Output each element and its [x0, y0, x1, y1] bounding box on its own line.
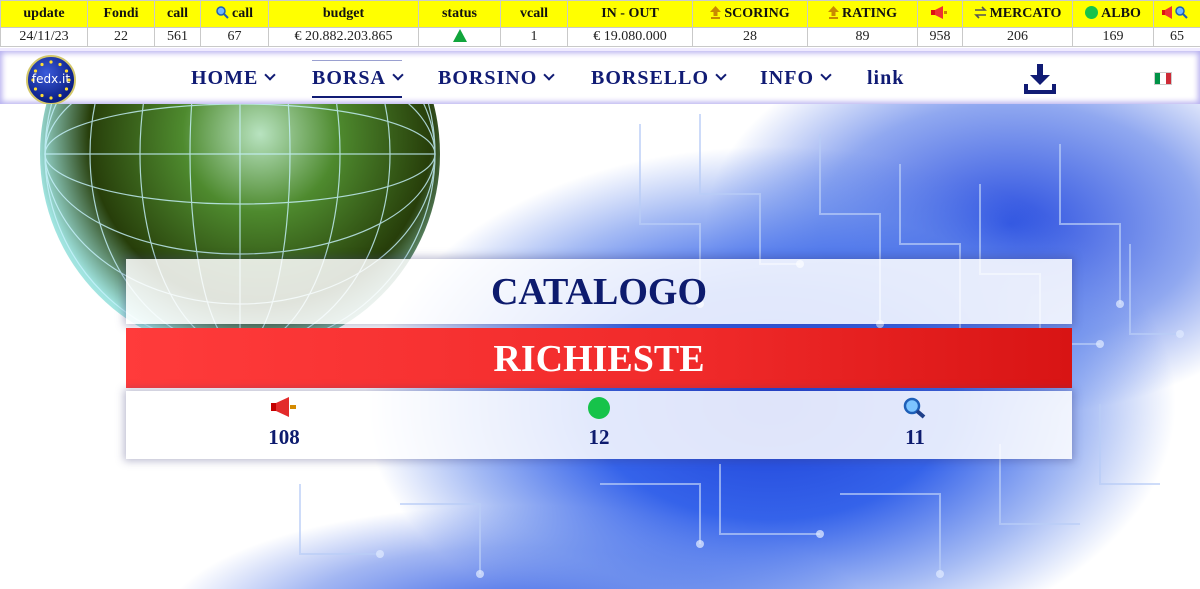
- download-icon[interactable]: [1024, 64, 1056, 94]
- header-megaphone-search: [1153, 0, 1200, 28]
- value-status: [418, 27, 501, 47]
- nav-borsa[interactable]: BORSA: [312, 60, 404, 98]
- header-search-call: call: [200, 0, 269, 28]
- value-call: 561: [154, 27, 201, 47]
- richieste-counters: 108 12 11: [126, 391, 1072, 459]
- nav-borsa-label: BORSA: [312, 67, 386, 89]
- upload-icon: [710, 6, 722, 19]
- nav-info[interactable]: INFO: [760, 67, 832, 90]
- counter-green-value: 12: [588, 425, 610, 449]
- value-update: 24/11/23: [0, 27, 88, 47]
- stats-value-row: 24/11/23 22 561 67 € 20.882.203.865 1 € …: [0, 27, 1200, 47]
- richieste-title: RICHIESTE: [493, 338, 705, 380]
- active-indicator-top: [312, 60, 402, 61]
- value-in-out: € 19.080.000: [567, 27, 693, 47]
- header-update: update: [0, 0, 88, 28]
- value-scoring: 28: [692, 27, 808, 47]
- main-navbar: fedx.it HOME BORSA BORSINO BORSELLO INFO…: [0, 48, 1200, 105]
- header-albo: ALBO: [1072, 0, 1154, 28]
- header-mercato: MERCATO: [962, 0, 1073, 28]
- value-fondi: 22: [87, 27, 155, 47]
- counter-green[interactable]: 12: [559, 397, 639, 450]
- nav-link-label: link: [867, 67, 905, 89]
- nav-borsino-label: BORSINO: [438, 67, 538, 89]
- stats-header-row: update Fondi call call budget status vca…: [0, 0, 1200, 28]
- header-megaphone: [917, 0, 963, 28]
- chevron-down-icon: [715, 69, 727, 81]
- counter-search[interactable]: 11: [875, 397, 955, 450]
- stats-table: update Fondi call call budget status vca…: [0, 0, 1200, 47]
- green-dot-icon: [588, 397, 610, 419]
- value-mercato: 206: [962, 27, 1073, 47]
- logo-text: fedx.it: [31, 72, 71, 86]
- chevron-down-icon: [820, 69, 832, 81]
- nav-borsello-label: BORSELLO: [591, 67, 710, 89]
- nav-home[interactable]: HOME: [191, 67, 277, 90]
- value-budget: € 20.882.203.865: [268, 27, 419, 47]
- fedx-logo[interactable]: fedx.it: [26, 55, 76, 105]
- nav-borsello[interactable]: BORSELLO: [591, 67, 727, 90]
- status-up-icon: [452, 28, 467, 42]
- value-megaphone-search: 65: [1153, 27, 1200, 47]
- nav-link[interactable]: link: [867, 67, 904, 90]
- magnifier-icon: [216, 6, 229, 19]
- nav-home-label: HOME: [191, 67, 259, 89]
- active-indicator: [312, 96, 402, 98]
- counter-megaphone-value: 108: [268, 425, 300, 449]
- value-megaphone: 958: [917, 27, 963, 47]
- nav-info-label: INFO: [760, 67, 814, 89]
- chevron-down-icon: [392, 69, 404, 81]
- header-scoring: SCORING: [692, 0, 808, 28]
- header-status: status: [418, 0, 501, 28]
- counter-search-value: 11: [905, 425, 925, 449]
- megaphone-icon: [271, 397, 296, 417]
- richieste-panel[interactable]: RICHIESTE: [126, 328, 1072, 388]
- catalogo-title: CATALOGO: [490, 271, 708, 313]
- header-budget: budget: [268, 0, 419, 28]
- chevron-down-icon: [543, 69, 555, 81]
- megaphone-icon: [930, 6, 947, 19]
- megaphone-search-icon: [1161, 6, 1188, 19]
- green-dot-icon: [1085, 6, 1099, 19]
- header-fondi: Fondi: [87, 0, 155, 28]
- value-search-call: 67: [200, 27, 269, 47]
- header-vcall: vcall: [500, 0, 568, 28]
- header-rating: RATING: [807, 0, 918, 28]
- header-call: call: [154, 0, 201, 28]
- nav-borsino[interactable]: BORSINO: [438, 67, 555, 90]
- value-rating: 89: [807, 27, 918, 47]
- upload-icon: [828, 6, 840, 19]
- magnifier-icon: [903, 397, 926, 419]
- chevron-down-icon: [264, 69, 277, 81]
- value-vcall: 1: [500, 27, 568, 47]
- counter-megaphone[interactable]: 108: [244, 397, 324, 450]
- swap-icon: [973, 6, 987, 19]
- catalogo-panel[interactable]: CATALOGO: [126, 259, 1072, 324]
- italy-flag-icon[interactable]: [1154, 72, 1172, 85]
- header-in-out: IN - OUT: [567, 0, 693, 28]
- value-albo: 169: [1072, 27, 1154, 47]
